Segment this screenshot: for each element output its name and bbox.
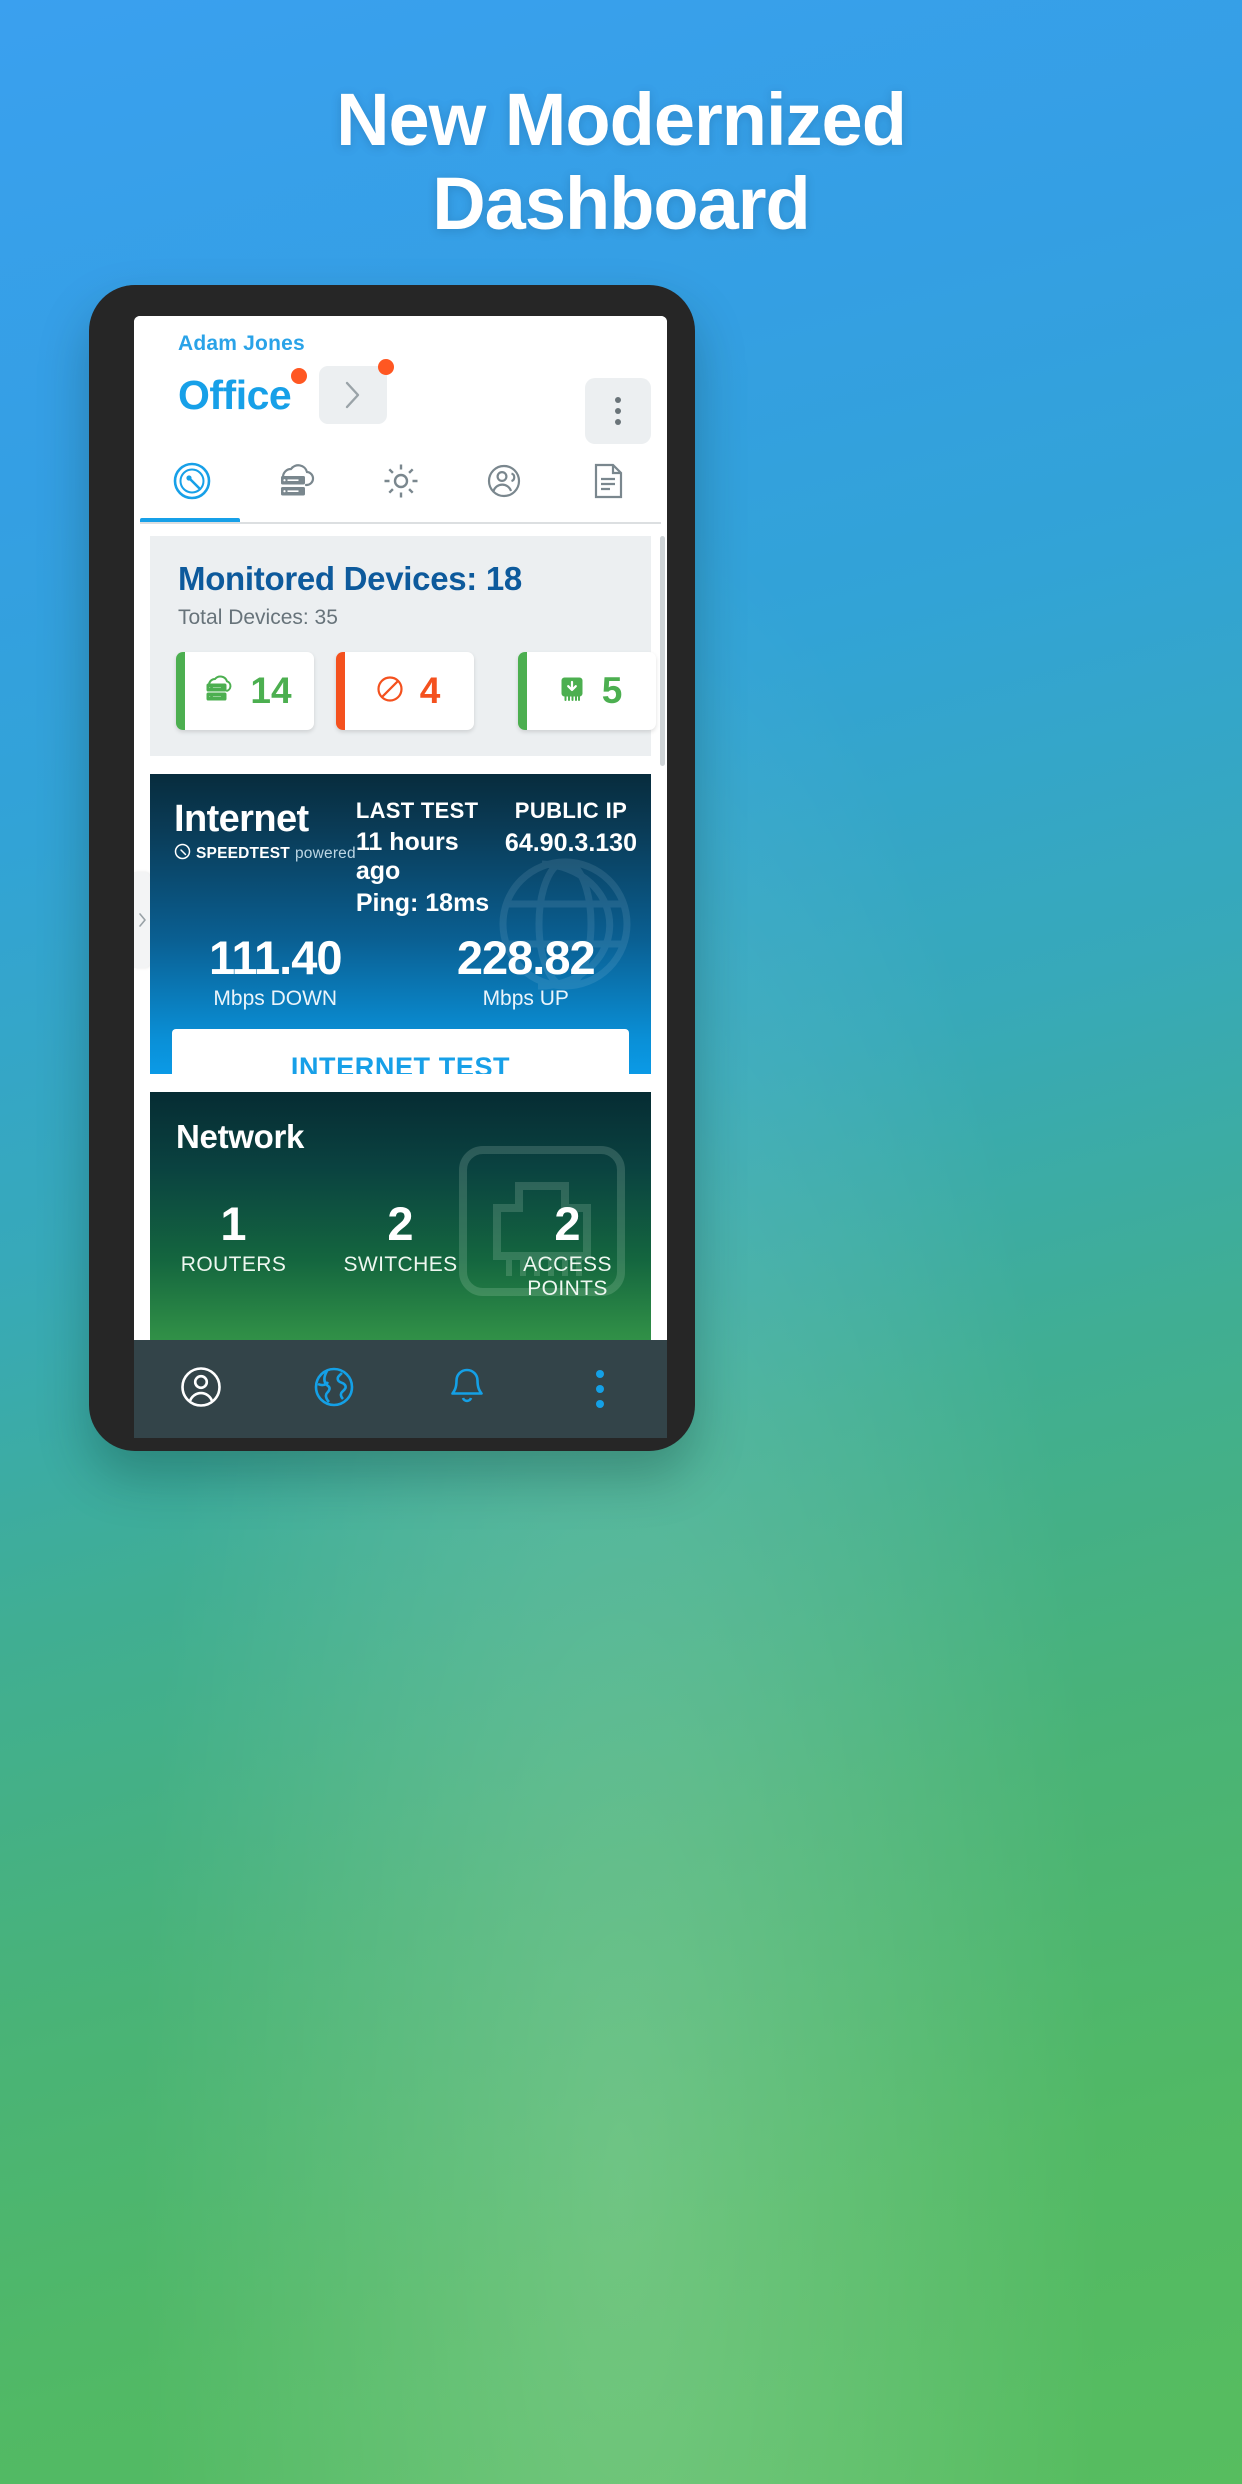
monitored-devices-title: Monitored Devices: 18	[178, 560, 522, 597]
chip-devices-up[interactable]: 14	[176, 652, 314, 730]
active-tab-indicator	[140, 518, 240, 524]
speedtest-brand-light: powered	[294, 845, 356, 862]
document-icon	[589, 459, 629, 508]
routers-count: 1	[220, 1197, 247, 1250]
next-site-button[interactable]	[319, 359, 395, 424]
dashboard-scroll-area[interactable]: Monitored Devices: 18 Total Devices: 35	[134, 536, 667, 1382]
total-devices-label: Total Devices: 35	[178, 606, 338, 629]
bottom-navigation-bar	[134, 1340, 667, 1438]
bottom-nav-network-globe[interactable]	[267, 1362, 400, 1417]
internet-card-top-row: Internet SPEEDTEST powered LAST TEST 11 …	[150, 774, 651, 918]
globe-icon	[309, 1362, 359, 1417]
account-circle-icon	[176, 1362, 226, 1417]
public-ip-label: PUBLIC IP	[514, 798, 628, 823]
monitored-devices-card: Monitored Devices: 18 Total Devices: 35	[150, 536, 656, 756]
headline-line-2: Dashboard	[432, 162, 811, 246]
last-test-value: 11 hours ago	[355, 828, 459, 885]
chip-firmware-updates-value: 5	[601, 670, 623, 711]
phone-mockup-frame: Adam Jones Office Monitored Devices: 18 …	[89, 285, 695, 1451]
main-tab-bar	[134, 442, 667, 524]
internet-test-button[interactable]: INTERNET TEST	[172, 1029, 629, 1074]
access-points-label: ACCESS POINTS	[523, 1253, 612, 1300]
kebab-menu-icon-dot-3	[615, 419, 621, 425]
next-site-alert-badge	[378, 359, 395, 375]
chip-firmware-updates[interactable]: 5	[518, 652, 656, 730]
kebab-dot-3	[596, 1400, 605, 1408]
app-header: Adam Jones Office	[134, 316, 667, 444]
tab-devices[interactable]	[244, 442, 348, 524]
site-name-text: Office	[178, 371, 292, 418]
network-stat-switches: 2 SWITCHES	[317, 1196, 484, 1301]
download-speed-value: 111.40	[208, 931, 343, 984]
switches-label: SWITCHES	[343, 1253, 458, 1276]
kebab-dot-1	[596, 1370, 605, 1378]
bottom-nav-more[interactable]	[534, 1370, 667, 1408]
routers-label: ROUTERS	[180, 1253, 287, 1276]
upload-speed-value: 228.82	[456, 931, 596, 984]
download-speed-block: 111.40 Mbps DOWN	[150, 930, 401, 1011]
kebab-dot-2	[596, 1385, 605, 1393]
cloud-server-icon	[273, 460, 319, 507]
firmware-download-icon	[556, 673, 588, 710]
last-test-label: LAST TEST	[355, 798, 479, 823]
cloud-server-icon	[202, 673, 236, 710]
site-name-label[interactable]: Office	[178, 367, 308, 419]
headline-line-1: New Modernized	[336, 78, 907, 161]
user-name-label: Adam Jones	[178, 332, 305, 355]
speedtest-attribution: SPEEDTEST powered	[174, 843, 356, 865]
gear-icon	[380, 460, 422, 507]
speedtest-gauge-icon	[174, 843, 191, 865]
ping-value: Ping: 18ms	[355, 889, 490, 917]
kebab-menu-icon-dot-2	[615, 408, 621, 414]
public-ip-value: 64.90.3.130	[504, 829, 637, 857]
kebab-menu-icon	[596, 1370, 605, 1408]
kebab-menu-icon-dot-1	[615, 397, 621, 403]
switches-count: 2	[387, 1197, 414, 1250]
side-drawer-handle[interactable]	[134, 872, 150, 968]
tab-settings[interactable]	[348, 442, 452, 524]
internet-card-title: Internet	[174, 798, 309, 840]
upload-speed-block: 228.82 Mbps UP	[401, 930, 652, 1011]
tab-clients[interactable]	[453, 442, 557, 524]
phone-screen: Adam Jones Office Monitored Devices: 18 …	[134, 316, 667, 1438]
chip-devices-down-value: 4	[419, 670, 441, 711]
speed-readout-row: 111.40 Mbps DOWN 228.82 Mbps UP	[150, 930, 651, 1011]
upload-speed-label: Mbps UP	[482, 987, 569, 1010]
chip-devices-down[interactable]: 4	[336, 652, 474, 730]
device-status-chip-row: 14 4 5	[150, 630, 656, 730]
tab-reports[interactable]	[557, 442, 661, 524]
site-alert-badge	[291, 367, 308, 384]
network-card: Network 1 ROUTERS 2 SWITCHES 2 ACCESS PO…	[150, 1092, 651, 1382]
network-stats-row: 1 ROUTERS 2 SWITCHES 2 ACCESS POINTS	[150, 1196, 651, 1301]
network-stat-access-points: 2 ACCESS POINTS	[484, 1196, 651, 1301]
bottom-nav-notifications[interactable]	[401, 1362, 534, 1417]
internet-brand-block: Internet SPEEDTEST powered	[174, 798, 356, 918]
speedometer-icon	[169, 458, 215, 509]
chip-devices-up-value: 14	[250, 670, 292, 711]
last-test-block: LAST TEST 11 hours ago Ping: 18ms	[356, 798, 505, 918]
public-ip-block: PUBLIC IP 64.90.3.130	[505, 798, 651, 918]
bottom-nav-account[interactable]	[134, 1362, 267, 1417]
users-icon	[482, 460, 528, 507]
promo-headline: New Modernized Dashboard	[0, 78, 1242, 247]
tab-dashboard[interactable]	[140, 442, 244, 524]
blocked-icon	[374, 673, 406, 710]
network-stat-routers: 1 ROUTERS	[150, 1196, 317, 1301]
overflow-menu-button[interactable]	[585, 378, 651, 444]
internet-speedtest-card: Internet SPEEDTEST powered LAST TEST 11 …	[150, 774, 651, 1074]
chevron-right-icon	[345, 381, 361, 409]
download-speed-label: Mbps DOWN	[213, 987, 338, 1010]
access-points-count: 2	[554, 1197, 581, 1250]
vertical-scrollbar[interactable]	[660, 536, 665, 766]
bell-icon	[444, 1362, 490, 1417]
speedtest-brand-bold: SPEEDTEST	[196, 845, 290, 862]
